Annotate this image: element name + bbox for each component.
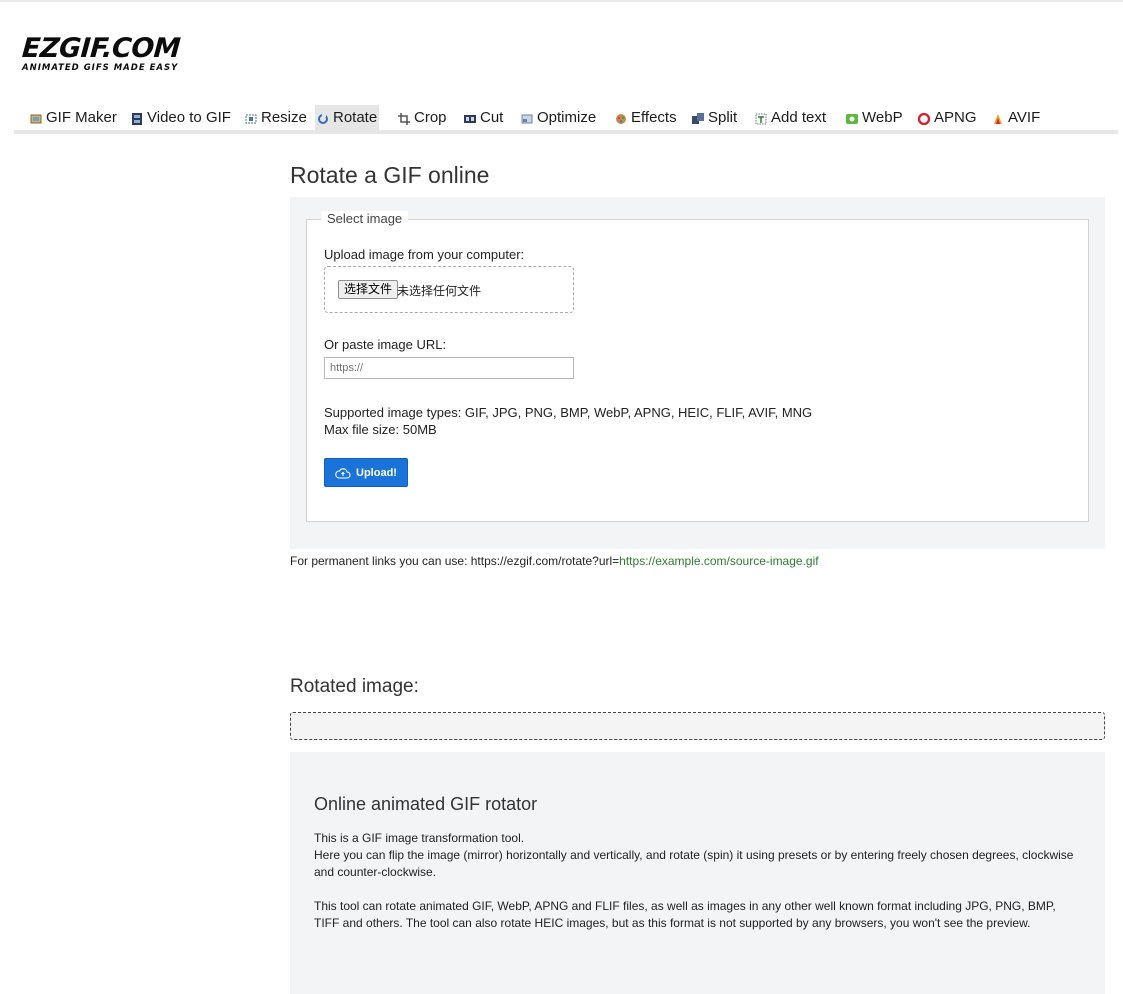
nav-item-add-text[interactable]: Add text <box>753 105 828 130</box>
top-border <box>0 0 1123 2</box>
ezgif-logo[interactable]: EZGIF.COM ANIMATED GIFS MADE EASY <box>20 33 212 73</box>
cloud-upload-icon <box>335 467 351 479</box>
webp-icon <box>846 112 858 124</box>
gif-maker-icon <box>30 112 42 124</box>
info-paragraph-1: This is a GIF image transformation tool.… <box>314 830 1084 881</box>
nav-label: APNG <box>934 109 977 126</box>
nav-label: WebP <box>862 109 903 126</box>
fieldset-legend: Select image <box>321 211 409 226</box>
info-p1-line2: Here you can flip the image (mirror) hor… <box>314 848 1074 879</box>
nav-label: Effects <box>631 109 677 126</box>
nav-item-webp[interactable]: WebP <box>844 105 905 130</box>
info-title: Online animated GIF rotator <box>314 794 538 814</box>
nav-label: Add text <box>771 109 827 126</box>
nav-item-cut[interactable]: Cut <box>462 105 505 130</box>
nav-item-rotate[interactable]: Rotate <box>315 105 380 130</box>
resize-icon <box>245 112 257 124</box>
max-file-size: Max file size: 50MB <box>324 422 437 437</box>
nav-label: GIF Maker <box>46 109 117 126</box>
page-title: Rotate a GIF online <box>290 162 490 188</box>
nav-item-video-to-gif[interactable]: Video to GIF <box>129 105 233 130</box>
file-status: 未选择任何文件 <box>397 284 482 298</box>
avif-icon <box>992 112 1004 124</box>
choose-file-button[interactable]: 选择文件 <box>338 280 399 299</box>
upload-panel: Select image Upload image from your comp… <box>290 197 1105 549</box>
nav-item-crop[interactable]: Crop <box>396 105 449 130</box>
info-text: This is a GIF image transformation tool.… <box>314 830 1084 949</box>
nav-item-avif[interactable]: AVIF <box>990 105 1042 130</box>
nav-item-split[interactable]: Split <box>690 105 739 130</box>
logo-tagline: ANIMATED GIFS MADE EASY <box>22 63 179 73</box>
logo-text: EZGIF.COM <box>20 33 182 64</box>
nav-label: Resize <box>261 109 307 126</box>
film-icon <box>131 112 143 125</box>
permanent-link-example[interactable]: https://example.com/source-image.gif <box>619 554 818 568</box>
nav-label: Video to GIF <box>147 109 231 126</box>
file-dropzone[interactable]: 选择文件 未选择任何文件 <box>324 266 574 313</box>
upload-button-label: Upload! <box>356 466 397 479</box>
nav-label: Cut <box>480 109 504 126</box>
nav-label: Crop <box>414 109 447 126</box>
nav-label: Optimize <box>537 109 597 126</box>
rotated-image-title: Rotated image: <box>290 676 419 697</box>
upload-label: Upload image from your computer: <box>324 247 525 262</box>
main-nav: GIF Maker Video to GIF Resize Rotate Cro… <box>14 104 1118 134</box>
crop-icon <box>398 112 410 125</box>
nav-item-apng[interactable]: APNG <box>916 105 979 130</box>
image-url-input[interactable] <box>324 357 574 379</box>
url-label: Or paste image URL: <box>324 337 447 352</box>
nav-item-gif-maker[interactable]: GIF Maker <box>28 105 119 130</box>
add-text-icon <box>755 112 767 124</box>
permanent-link-note: For permanent links you can use: https:/… <box>290 554 819 568</box>
nav-item-resize[interactable]: Resize <box>243 105 309 130</box>
upload-button[interactable]: Upload! <box>324 458 408 487</box>
effects-icon <box>615 112 627 124</box>
info-p1-line1: This is a GIF image transformation tool. <box>314 831 525 845</box>
apng-icon <box>917 112 931 125</box>
nav-label: AVIF <box>1008 109 1041 126</box>
types-line: Supported image types: GIF, JPG, PNG, BM… <box>324 405 813 420</box>
nav-item-optimize[interactable]: Optimize <box>519 105 598 130</box>
rotate-icon <box>317 112 329 124</box>
info-section: Online animated GIF rotator This is a GI… <box>290 752 1105 994</box>
supported-types: Supported image types: GIF, JPG, PNG, BM… <box>324 404 812 438</box>
optimize-icon <box>521 112 533 124</box>
nav-item-effects[interactable]: Effects <box>613 105 679 130</box>
nav-label: Rotate <box>333 109 378 126</box>
select-image-fieldset: Select image Upload image from your comp… <box>306 211 1089 522</box>
split-icon <box>692 112 704 124</box>
rotated-image-placeholder <box>290 712 1105 740</box>
permanent-link-prefix: For permanent links you can use: https:/… <box>290 554 620 568</box>
info-paragraph-2: This tool can rotate animated GIF, WebP,… <box>314 899 1056 930</box>
cut-icon <box>464 112 476 124</box>
nav-label: Split <box>708 109 738 126</box>
